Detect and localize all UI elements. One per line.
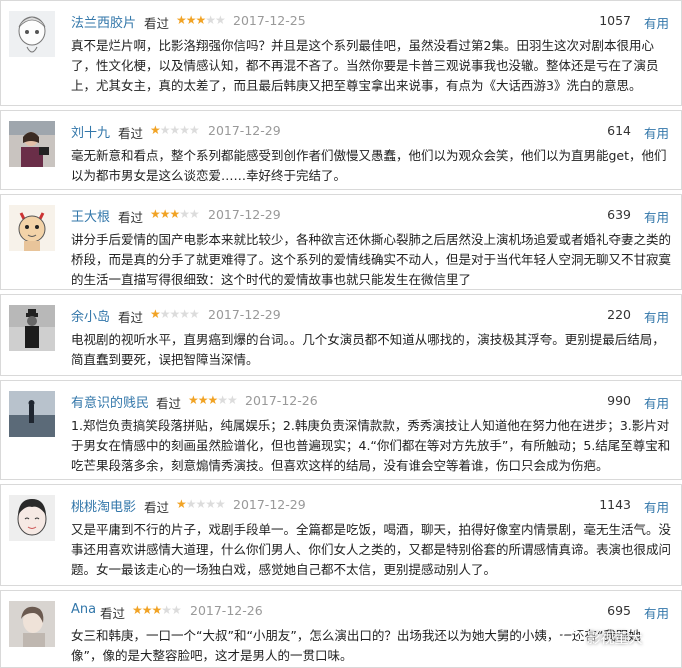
avatar[interactable]	[9, 121, 55, 167]
seen-label: 看过	[118, 210, 144, 225]
avatar[interactable]	[9, 601, 55, 647]
vote-count: 1143	[599, 497, 631, 512]
username-link[interactable]: 刘十九	[71, 122, 110, 141]
review-text: 1.郑恺负责搞笑段落拼贴，纯属娱乐；2.韩庚负责深情款款，秀秀演技让人知道他在努…	[71, 418, 671, 473]
review-date: 2017-12-26	[245, 393, 318, 408]
seen-label: 看过	[144, 16, 170, 31]
seen-label: 看过	[118, 126, 144, 141]
review-card: 桃桃淘电影 看过 ★★★★★ 2017-12-29 1143 有用 又是平庸到不…	[0, 484, 682, 586]
review-text: 讲分手后爱情的国产电影本来就比较少，各种欲言还休撕心裂肺之后居然没上演机场追爱或…	[71, 232, 672, 287]
username-link[interactable]: 桃桃淘电影	[71, 496, 136, 515]
chat-bubble-icon	[562, 629, 582, 648]
watermark-text: 影视董大	[586, 631, 643, 647]
rating-stars: ★★★★★	[176, 497, 226, 511]
review-text: 电视剧的视听水平，直男癌到爆的台词。。几个女演员都不知道从哪找的，演技极其浮夸。…	[71, 332, 665, 367]
review-date: 2017-12-26	[190, 603, 263, 618]
seen-label: 看过	[100, 606, 126, 621]
review-date: 2017-12-29	[233, 497, 306, 512]
useful-button[interactable]: 有用	[644, 123, 669, 142]
seen-label: 看过	[118, 310, 144, 325]
review-card: 王大根 看过 ★★★★★ 2017-12-29 639 有用 讲分手后爱情的国产…	[0, 194, 682, 290]
review-text: 毫无新意和看点，整个系列都能感受到创作者们傲慢又愚蠢，他们以为观众会笑，他们以为…	[71, 148, 667, 183]
review-date: 2017-12-29	[208, 307, 281, 322]
seen-label: 看过	[156, 396, 182, 411]
username-link[interactable]: 余小岛	[71, 306, 110, 325]
username-link[interactable]: 法兰西胶片	[71, 12, 136, 31]
watermark: 影视董大	[562, 628, 672, 656]
avatar[interactable]	[9, 391, 55, 437]
useful-button[interactable]: 有用	[644, 603, 669, 622]
review-date: 2017-12-29	[208, 207, 281, 222]
useful-button[interactable]: 有用	[644, 393, 669, 412]
review-text: 真不是烂片啊，比影洛翔强你信吗？并且是这个系列最佳吧，虽然没看过第2集。田羽生这…	[71, 38, 659, 93]
review-date: 2017-12-29	[208, 123, 281, 138]
rating-stars: ★★★★★	[150, 123, 200, 137]
seen-label: 看过	[144, 500, 170, 515]
vote-count: 1057	[599, 13, 631, 28]
review-card: 余小岛 看过 ★★★★★ 2017-12-29 220 有用 电视剧的视听水平，…	[0, 294, 682, 376]
avatar[interactable]	[9, 11, 55, 57]
vote-count: 614	[607, 123, 631, 138]
review-card: 刘十九 看过 ★★★★★ 2017-12-29 614 有用 毫无新意和看点，整…	[0, 110, 682, 190]
rating-stars: ★★★★★	[150, 207, 200, 221]
username-link[interactable]: 有意识的贱民	[71, 392, 149, 411]
username-link[interactable]: 王大根	[71, 206, 110, 225]
rating-stars: ★★★★★	[150, 307, 200, 321]
review-text: 又是平庸到不行的片子，戏剧手段单一。全篇都是吃饭，喝酒，聊天，拍得好像室内情景剧…	[71, 522, 672, 577]
vote-count: 220	[607, 307, 631, 322]
rating-stars: ★★★★★	[188, 393, 238, 407]
avatar[interactable]	[9, 205, 55, 251]
vote-count: 990	[607, 393, 631, 408]
useful-button[interactable]: 有用	[644, 13, 669, 32]
avatar[interactable]	[9, 495, 55, 541]
review-card: 有意识的贱民 看过 ★★★★★ 2017-12-26 990 有用 1.郑恺负责…	[0, 380, 682, 480]
rating-stars: ★★★★★	[132, 603, 182, 617]
review-card: 法兰西胶片 看过 ★★★★★ 2017-12-25 1057 有用 真不是烂片啊…	[0, 0, 682, 106]
vote-count: 695	[607, 603, 631, 618]
vote-count: 639	[607, 207, 631, 222]
rating-stars: ★★★★★	[176, 13, 226, 27]
useful-button[interactable]: 有用	[644, 207, 669, 226]
useful-button[interactable]: 有用	[644, 497, 669, 516]
review-date: 2017-12-25	[233, 13, 306, 28]
useful-button[interactable]: 有用	[644, 307, 669, 326]
avatar[interactable]	[9, 305, 55, 351]
username-link[interactable]: Ana	[71, 602, 96, 617]
